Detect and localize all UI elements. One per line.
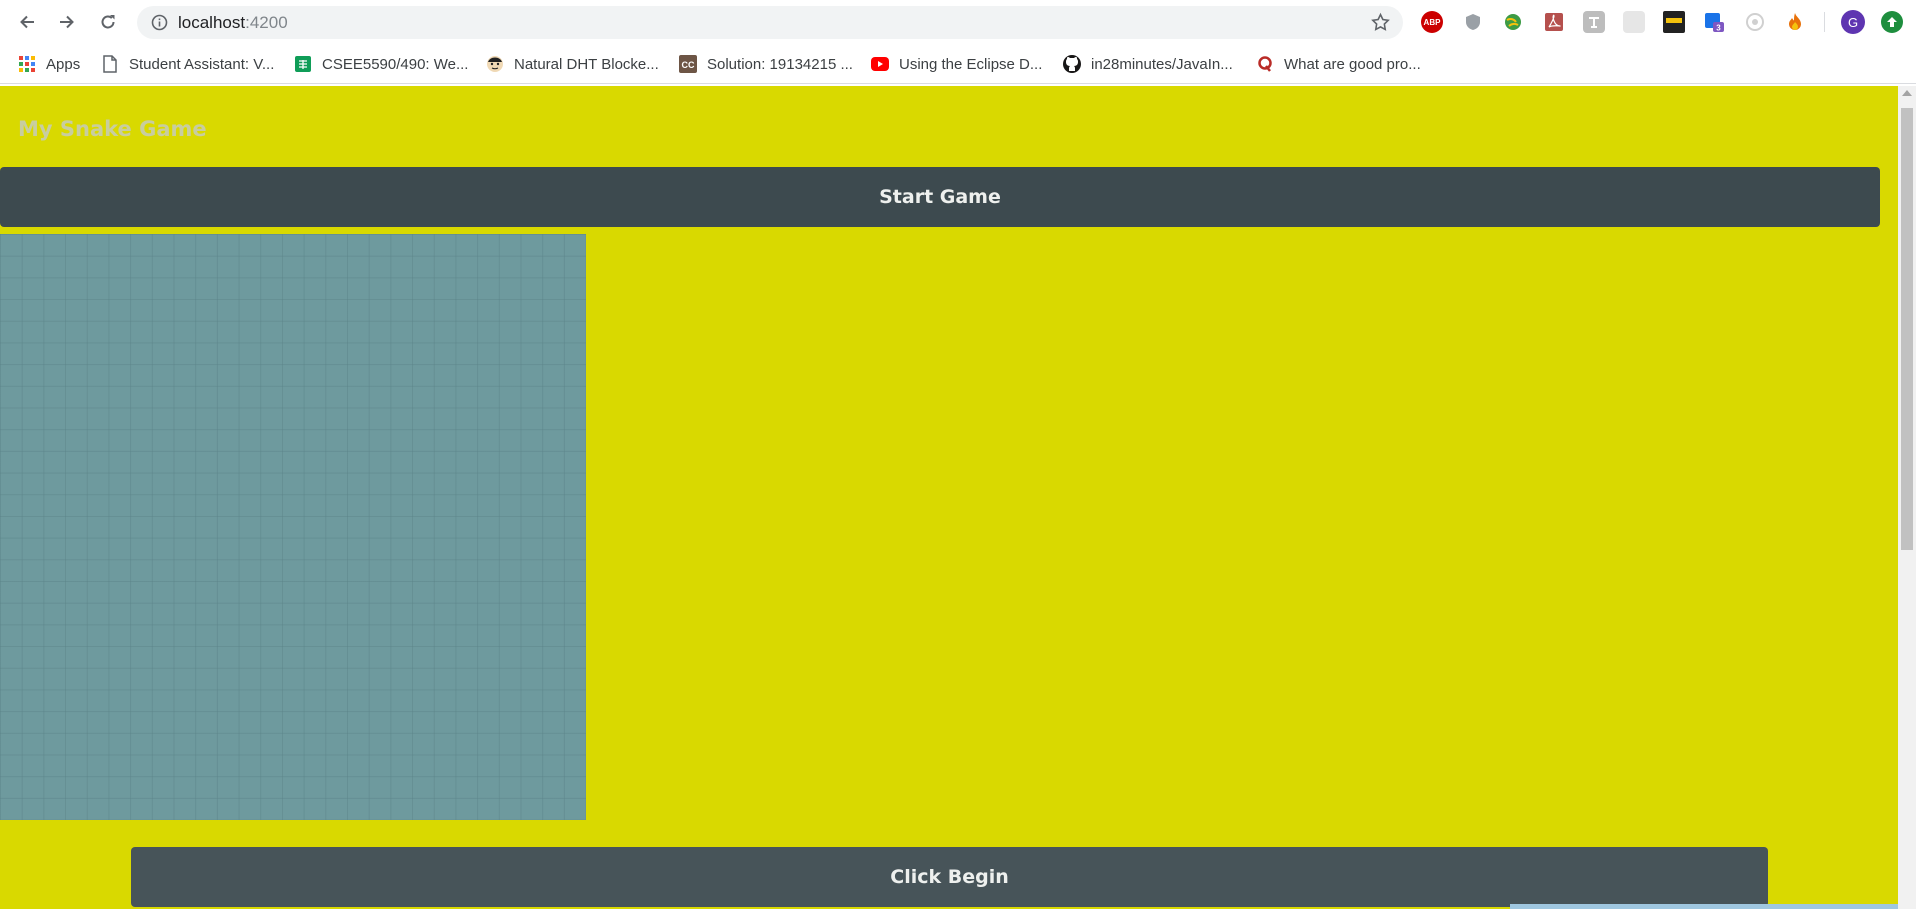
update-icon[interactable] (1881, 11, 1903, 33)
bookmark-label: CSEE5590/490: We... (322, 55, 469, 73)
info-icon[interactable] (151, 14, 168, 31)
bookmark-in28minutes[interactable]: in28minutes/JavaIn... (1063, 52, 1233, 76)
video-quality-extension-icon[interactable] (1663, 11, 1685, 33)
bookmark-csee5590[interactable]: CSEE5590/490: We... (294, 52, 468, 76)
scrollbar-thumb[interactable] (1901, 108, 1913, 550)
browser-toolbar: localhost:4200 ABP 3 G (0, 0, 1916, 44)
eye-extension-icon[interactable] (1744, 11, 1766, 33)
back-icon[interactable] (14, 9, 40, 35)
url-text[interactable]: localhost:4200 (178, 13, 288, 33)
avatar-icon (486, 55, 504, 73)
bookmark-eclipse[interactable]: Using the Eclipse D... (871, 52, 1042, 76)
notification-extension-icon[interactable]: 3 (1703, 11, 1725, 33)
profile-avatar[interactable]: G (1841, 10, 1865, 34)
bookmark-label: Student Assistant: V... (129, 55, 275, 73)
bookmark-student-assistant[interactable]: Student Assistant: V... (101, 52, 274, 76)
globe-extension-icon[interactable] (1502, 11, 1524, 33)
page-viewport: My Snake Game Start Game Click Begin (0, 86, 1898, 909)
vertical-scrollbar[interactable] (1898, 86, 1916, 909)
bookmark-label: Apps (46, 55, 81, 73)
blank-extension-icon[interactable] (1623, 11, 1645, 33)
adblock-plus-label: ABP (1423, 17, 1441, 27)
notification-count: 3 (1716, 24, 1721, 33)
url-host: localhost (178, 13, 246, 32)
bookmark-apps[interactable]: Apps (18, 52, 80, 76)
bookmark-label: in28minutes/JavaIn... (1091, 55, 1233, 73)
youtube-icon (871, 55, 889, 73)
bookmark-quora[interactable]: What are good pro... (1256, 52, 1421, 76)
bookmark-natural-dht[interactable]: Natural DHT Blocke... (486, 52, 659, 76)
profile-initial: G (1847, 14, 1859, 30)
apps-grid-icon (18, 55, 36, 73)
cc-icon: CC (679, 55, 697, 73)
bookmark-star-icon[interactable] (1370, 12, 1391, 33)
reload-icon[interactable] (95, 9, 121, 35)
start-game-button[interactable]: Start Game (0, 167, 1880, 227)
document-icon (101, 55, 119, 73)
shield-extension-icon[interactable] (1462, 11, 1484, 33)
url-port: :4200 (245, 13, 288, 32)
bookmark-solution[interactable]: CC Solution: 19134215 ... (679, 52, 853, 76)
adblock-plus-icon[interactable]: ABP (1421, 11, 1443, 33)
pdf-extension-icon[interactable] (1543, 11, 1565, 33)
bookmark-label: Using the Eclipse D... (899, 55, 1043, 73)
bookmark-label: What are good pro... (1284, 55, 1421, 73)
bookmark-label: Natural DHT Blocke... (514, 55, 659, 73)
partial-element-strip (1510, 904, 1898, 909)
github-icon (1063, 55, 1081, 73)
game-board (0, 234, 586, 820)
forward-icon[interactable] (54, 9, 80, 35)
click-begin-button[interactable]: Click Begin (131, 847, 1768, 907)
sheets-icon (294, 55, 312, 73)
scroll-up-arrow-icon[interactable] (1902, 90, 1912, 96)
bookmarks-bar: Apps Student Assistant: V... CSEE5590/49… (0, 44, 1916, 84)
toolbar-divider (1824, 12, 1825, 32)
bookmark-label: Solution: 19134215 ... (707, 55, 853, 73)
quora-icon (1256, 55, 1274, 73)
fire-extension-icon[interactable] (1784, 11, 1806, 33)
translate-extension-icon[interactable] (1583, 11, 1605, 33)
svg-text:CC: CC (682, 60, 695, 70)
page-title: My Snake Game (18, 117, 207, 141)
address-bar[interactable]: localhost:4200 (137, 6, 1403, 39)
